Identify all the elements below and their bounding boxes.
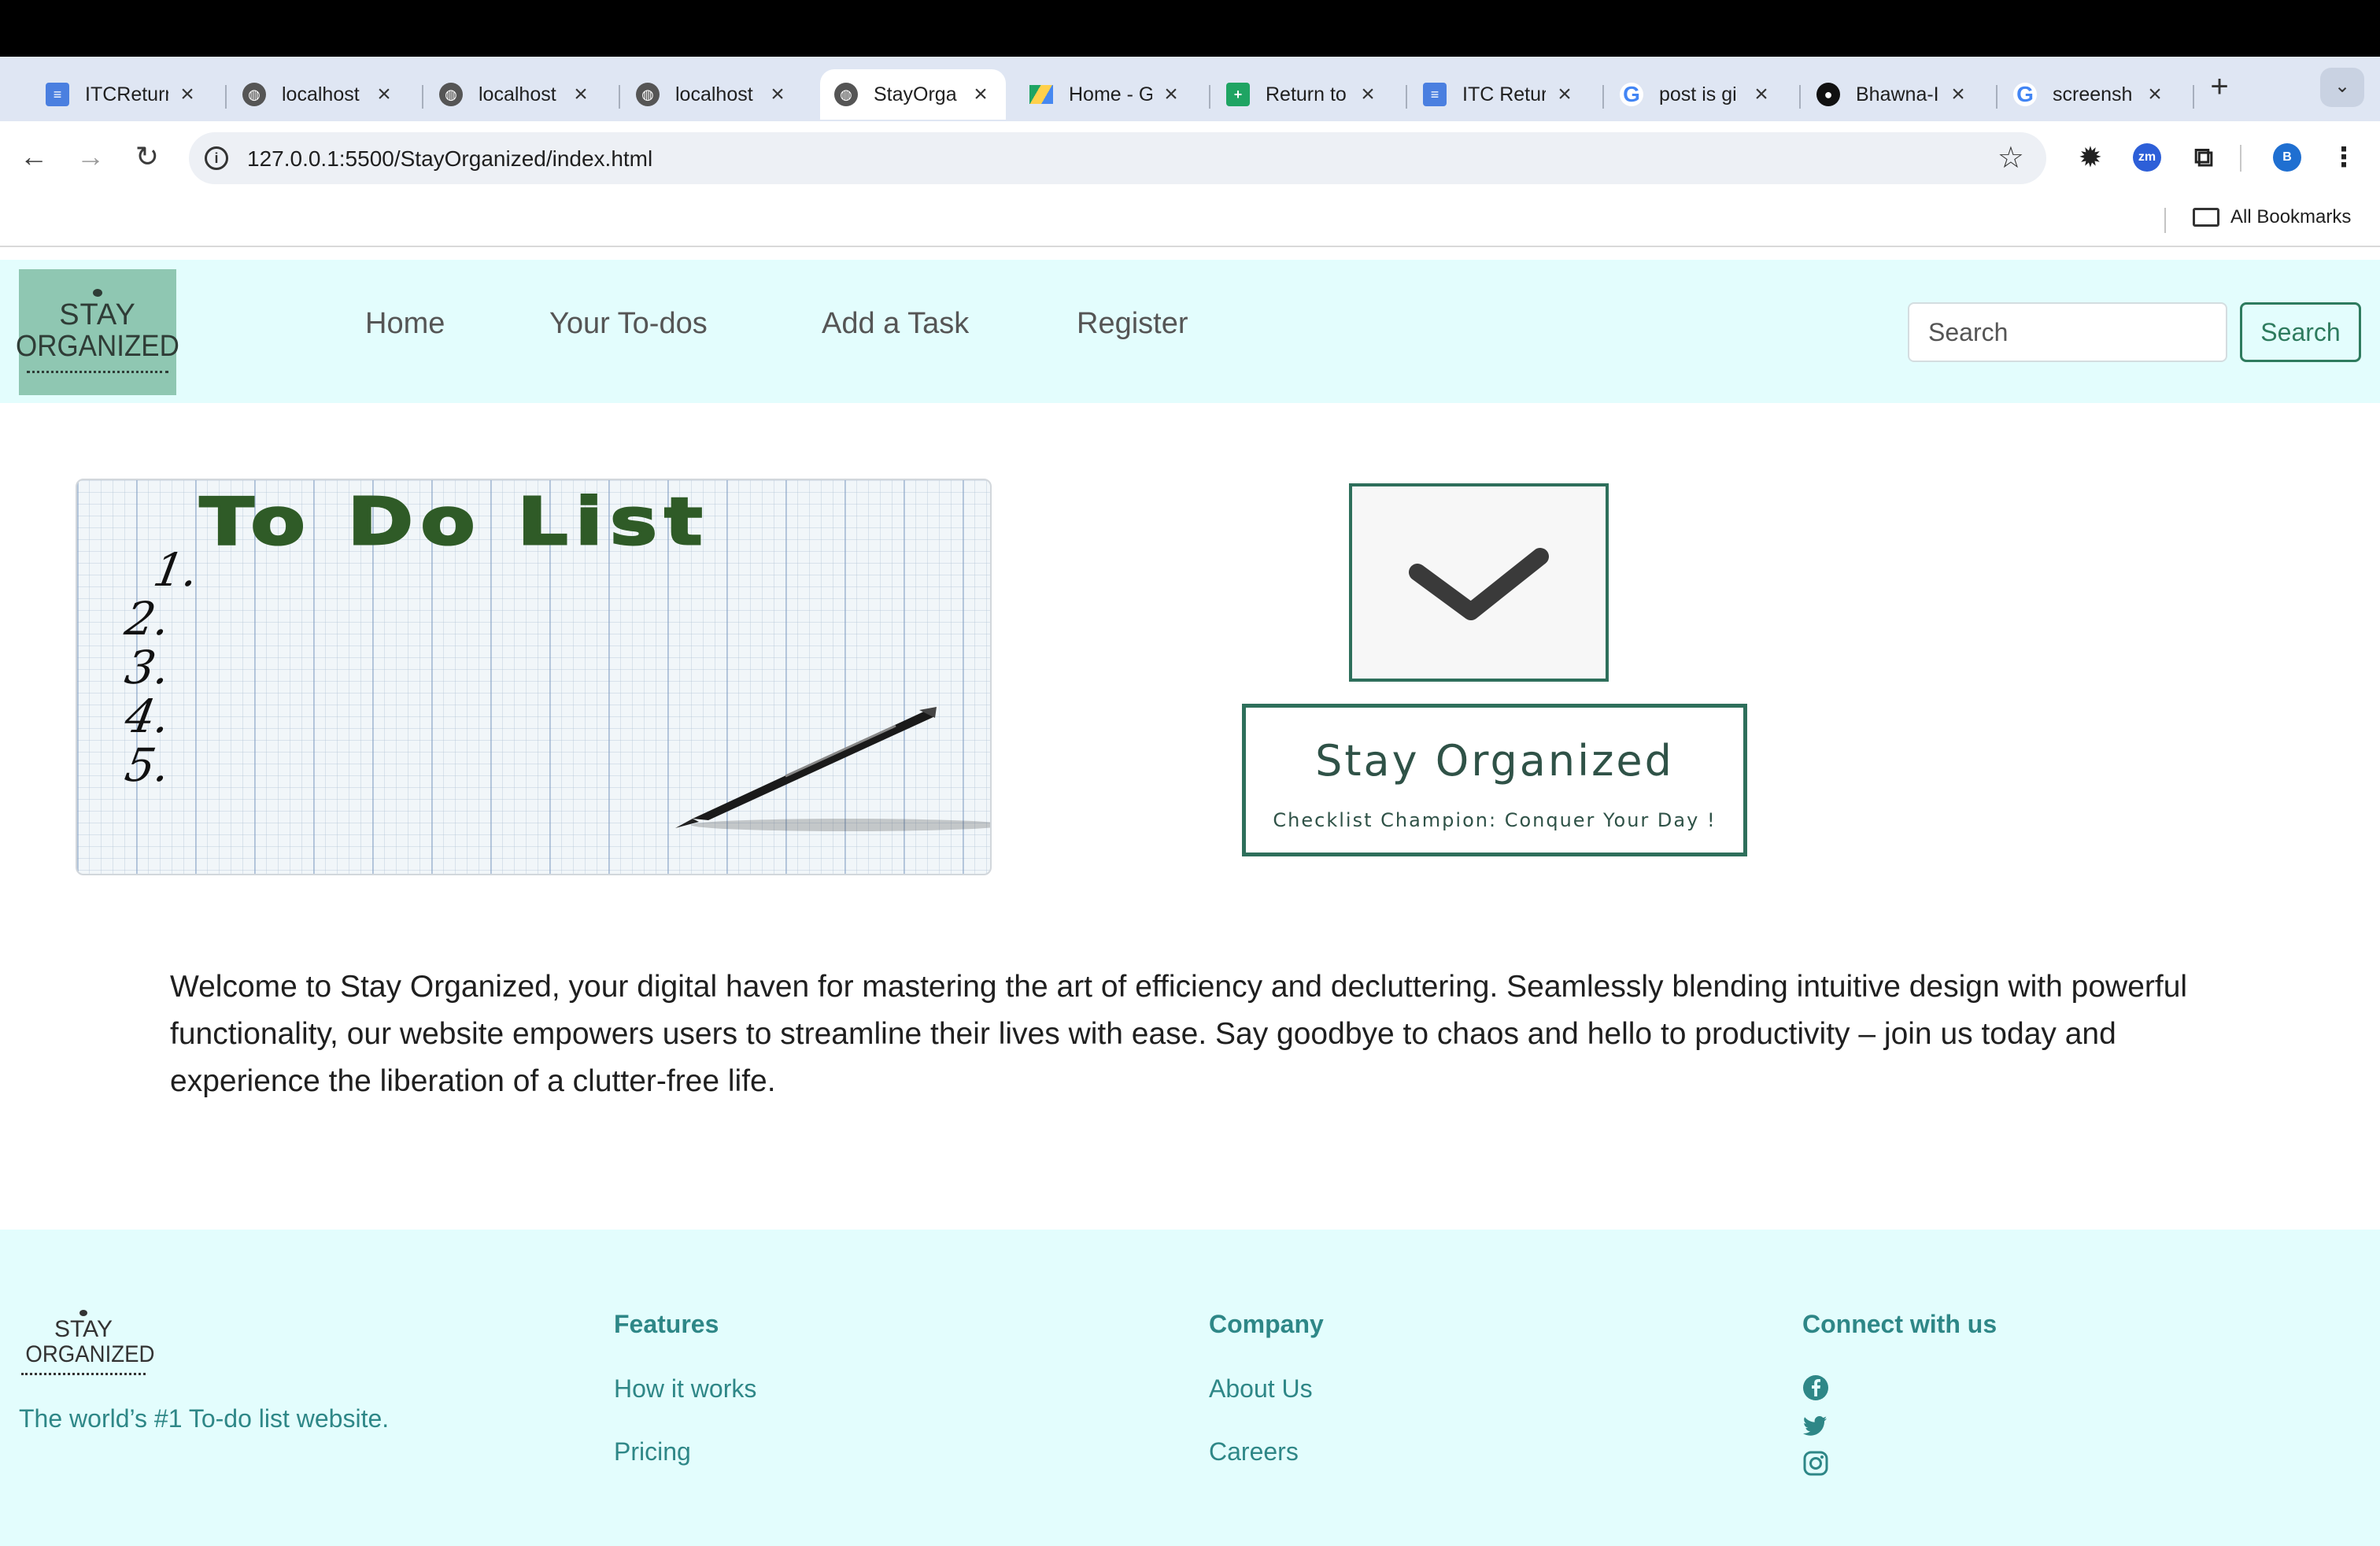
footer-link-pricing[interactable]: Pricing [614, 1437, 691, 1466]
site-logo[interactable]: STAY ORGANIZED [16, 269, 179, 395]
close-icon[interactable]: × [767, 81, 789, 108]
close-icon[interactable]: × [373, 81, 395, 108]
footer-link-about-us[interactable]: About Us [1209, 1374, 1313, 1404]
folder-icon [2193, 208, 2219, 227]
reload-icon[interactable]: ↻ [129, 139, 165, 175]
globe-icon: ◍ [636, 83, 660, 106]
close-icon[interactable]: × [176, 81, 198, 108]
globe-icon: ◍ [834, 83, 858, 106]
close-icon[interactable]: × [1554, 81, 1576, 108]
intro-paragraph: Welcome to Stay Organized, your digital … [170, 970, 2188, 1098]
site-info-icon[interactable]: i [205, 146, 228, 170]
brand-subtitle: Checklist Champion: Conquer Your Day ! [1273, 809, 1717, 831]
docs-icon: ≡ [46, 83, 69, 106]
footer-features-heading: Features [614, 1310, 719, 1338]
brand-title: Stay Organized [1315, 736, 1674, 786]
instagram-icon[interactable] [1802, 1450, 1829, 1477]
pen-icon [675, 707, 990, 831]
close-icon[interactable]: × [1947, 81, 1969, 108]
docs-icon: ≡ [1423, 83, 1447, 106]
tab-search-chevron-icon[interactable]: ⌄ [2320, 68, 2364, 107]
nav-home[interactable]: Home [365, 307, 445, 341]
forward-arrow-icon[interactable]: → [72, 139, 109, 175]
address-bar[interactable]: i 127.0.0.1:5500/StayOrganized/index.htm… [189, 132, 2046, 184]
tab-active[interactable]: ◍ StayOrga × [820, 69, 1006, 120]
nav-your-todos[interactable]: Your To-dos [549, 307, 708, 341]
footer-tagline: The world’s #1 To-do list website. [19, 1404, 390, 1433]
search-button[interactable]: Search [2240, 302, 2361, 362]
close-icon[interactable]: × [1750, 81, 1772, 108]
tab[interactable]: G screensh × [1999, 69, 2180, 120]
github-icon: ● [1816, 83, 1840, 106]
nav-register[interactable]: Register [1077, 307, 1188, 341]
extensions-puzzle-icon[interactable]: ⧉ [2190, 142, 2218, 172]
more-menu-icon[interactable]: ⋮ [2330, 142, 2358, 172]
drive-icon [1029, 85, 1053, 104]
close-icon[interactable]: × [970, 81, 992, 108]
tab[interactable]: ● Bhawna-I × [1802, 69, 1983, 120]
checkmark-icon [1409, 548, 1549, 620]
tab[interactable]: ◍ localhost × [228, 69, 409, 120]
close-icon[interactable]: × [570, 81, 592, 108]
tab-strip: ≡ ITCReturn × ◍ localhost × ◍ localhost … [0, 57, 2380, 121]
new-tab-icon[interactable]: + [2204, 71, 2235, 102]
tab[interactable]: ◍ localhost × [622, 69, 803, 120]
profile-avatar[interactable]: B [2273, 143, 2301, 172]
nav-add-task[interactable]: Add a Task [822, 307, 969, 341]
close-icon[interactable]: × [1160, 81, 1182, 108]
bookmark-star-icon[interactable]: ☆ [1998, 140, 2024, 176]
back-arrow-icon[interactable]: ← [16, 139, 52, 175]
url-text[interactable]: 127.0.0.1:5500/StayOrganized/index.html [247, 146, 652, 172]
os-menu-bar [0, 0, 2380, 57]
footer-link-careers[interactable]: Careers [1209, 1437, 1299, 1466]
brand-card: Stay Organized Checklist Champion: Conqu… [1242, 704, 1747, 856]
browser-toolbar: ← → ↻ i 127.0.0.1:5500/StayOrganized/ind… [0, 121, 2380, 192]
google-icon: G [1620, 82, 1643, 106]
footer-logo[interactable]: STAY ORGANIZED [20, 1310, 154, 1375]
globe-icon: ◍ [242, 83, 266, 106]
todo-list-image: To Do List 1. 2. 3. 4. 5. [76, 479, 992, 875]
footer-company-heading: Company [1209, 1310, 1324, 1338]
facebook-icon[interactable] [1802, 1374, 1829, 1401]
extension-gear-icon[interactable]: ✹ [2076, 141, 2105, 173]
tab[interactable]: ≡ ITC Retur × [1409, 69, 1590, 120]
sheets-icon: + [1226, 83, 1250, 106]
close-icon[interactable]: × [2144, 81, 2166, 108]
tab[interactable]: ≡ ITCReturn × [31, 69, 213, 120]
site-footer: STAY ORGANIZED The world’s #1 To-do list… [0, 1230, 2380, 1546]
globe-icon: ◍ [439, 83, 463, 106]
footer-connect-heading: Connect with us [1802, 1310, 1998, 1338]
zoom-extension-icon[interactable]: zm [2133, 143, 2161, 172]
tab[interactable]: ◍ localhost × [425, 69, 606, 120]
tab[interactable]: Home - G × [1015, 69, 1196, 120]
tab[interactable]: G post is gi × [1606, 69, 1787, 120]
tab[interactable]: + Return to × [1212, 69, 1393, 120]
search-input[interactable] [1908, 302, 2227, 362]
all-bookmarks-button[interactable]: All Bookmarks [2193, 206, 2351, 228]
footer-link-how-it-works[interactable]: How it works [614, 1374, 756, 1404]
twitter-icon[interactable] [1802, 1412, 1829, 1439]
bookmarks-bar: All Bookmarks [0, 192, 2380, 247]
close-icon[interactable]: × [1357, 81, 1379, 108]
site-navbar: STAY ORGANIZED Home Your To-dos Add a Ta… [0, 260, 2380, 403]
google-icon: G [2013, 82, 2037, 106]
checkmark-box [1349, 483, 1609, 682]
